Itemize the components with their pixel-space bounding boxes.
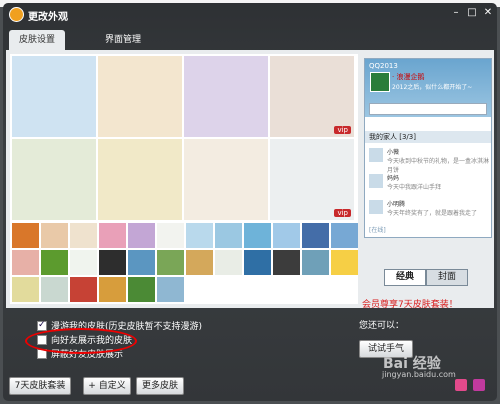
preview-header: QQ2013 · 浪漫企鹅 2012之后，似什么都开始了~ [365,59,491,117]
preview-title: QQ2013 [369,62,398,70]
boat-skin[interactable] [184,139,268,220]
skin-preview: QQ2013 · 浪漫企鹅 2012之后，似什么都开始了~ 我的家人 [3/3]… [364,58,492,238]
tab-bar: 皮肤设置 界面管理 [3,30,497,50]
skin-thumb[interactable] [157,223,184,248]
skin-thumb[interactable] [41,250,68,275]
skin-thumb[interactable] [273,250,300,275]
contact-name: 小明腾 [387,201,406,208]
search-input [369,103,487,115]
skin-thumb[interactable] [70,277,97,302]
skin-thumb[interactable] [41,277,68,302]
skin-thumb[interactable] [331,223,358,248]
palette-icon[interactable] [455,379,467,391]
promo-text: 会员尊享7天皮肤套装！ [362,300,458,310]
skin-thumb[interactable] [99,223,126,248]
tab-interface-manage[interactable]: 界面管理 [95,30,151,50]
more-skins-button[interactable]: 更多皮肤 [136,377,184,395]
avatar [369,174,383,188]
skin-thumb[interactable] [273,223,300,248]
checkbox[interactable] [37,319,47,331]
qq-penguin-icon [9,7,24,22]
change-appearance-window: 更改外观 – □ ✕ 皮肤设置 界面管理 vip vip QQ2013 · 浪漫企… [3,3,497,401]
contact-name: 妈妈 [387,175,400,182]
preview-signature: 2012之后，似什么都开始了~ [392,84,473,91]
shirt-icon[interactable] [473,379,485,391]
list-item: 妈妈 今天中我跟洋山手拜 [365,171,491,197]
skin-thumb[interactable] [157,250,184,275]
ink-tower-skin[interactable]: vip [270,139,354,220]
contact-status: 今天中我跟洋山手拜 [387,184,442,191]
skin-thumb[interactable] [41,223,68,248]
girl-sitting-skin[interactable] [184,56,268,137]
skin-thumb[interactable] [157,277,184,302]
minimize-icon[interactable]: – [449,7,463,19]
skin-thumb[interactable] [12,277,39,302]
list-item: 小明腾 今天年终奖有了，就是跟着我走了 [365,197,491,223]
pagoda-skin[interactable]: vip [270,56,354,137]
sky-skin[interactable] [12,56,96,137]
vip-badge: vip [334,126,351,134]
also-can-label: 您还可以： [359,321,405,331]
vip-badge: vip [334,209,351,217]
skin-panel: vip vip QQ2013 · 浪漫企鹅 2012之后，似什么都开始了~ 我的家… [6,50,494,310]
tab-skin-settings[interactable]: 皮肤设置 [9,30,66,50]
cover-toggle[interactable]: 封面 [426,269,468,286]
skin-thumb[interactable] [302,250,329,275]
kitten-cup-skin[interactable] [98,139,182,220]
window-title: 更改外观 [28,12,68,23]
skin-thumb[interactable] [215,250,242,275]
swing-skin[interactable] [12,139,96,220]
skin-thumb[interactable] [302,223,329,248]
skin-thumb[interactable] [12,223,39,248]
skin-thumb[interactable] [70,250,97,275]
skin-thumb[interactable] [128,223,155,248]
avatar [369,148,383,162]
maximize-icon[interactable]: □ [465,7,479,19]
skin-thumb[interactable] [128,250,155,275]
avatar [370,72,390,92]
contact-status: 今天年终奖有了，就是跟着我走了 [387,210,478,217]
contact-group: 我的家人 [3/3] [365,131,491,143]
watermark-url: jingyan.baidu.com [382,370,456,379]
avatar [369,200,383,214]
classic-toggle[interactable]: 经典 [384,269,426,286]
preview-footer: [在线] [369,227,386,234]
skin-thumb[interactable] [70,223,97,248]
skin-thumb[interactable] [244,250,271,275]
close-icon[interactable]: ✕ [481,7,495,19]
skin-thumb[interactable] [215,223,242,248]
flower-girl-skin[interactable] [98,56,182,137]
skin-thumb[interactable] [331,250,358,275]
contact-name: 小薇 [387,149,400,156]
skin-thumb[interactable] [99,277,126,302]
seven-day-skin-button[interactable]: 7天皮肤套装 [9,377,71,395]
highlight-ellipse [25,328,137,354]
custom-button[interactable]: + 自定义 [83,377,131,395]
list-item: 小薇 今天收到中秋节的礼物，是一盒冰淇淋月饼 [365,145,491,174]
skin-thumb[interactable] [128,277,155,302]
preview-name: · 浪漫企鹅 [392,73,425,81]
skin-thumb[interactable] [99,250,126,275]
skin-thumb[interactable] [244,223,271,248]
title-bar: 更改外观 – □ ✕ [3,3,497,25]
skin-grid: vip vip [10,54,358,304]
skin-thumb[interactable] [12,250,39,275]
skin-thumb[interactable] [186,250,213,275]
skin-thumb[interactable] [186,223,213,248]
